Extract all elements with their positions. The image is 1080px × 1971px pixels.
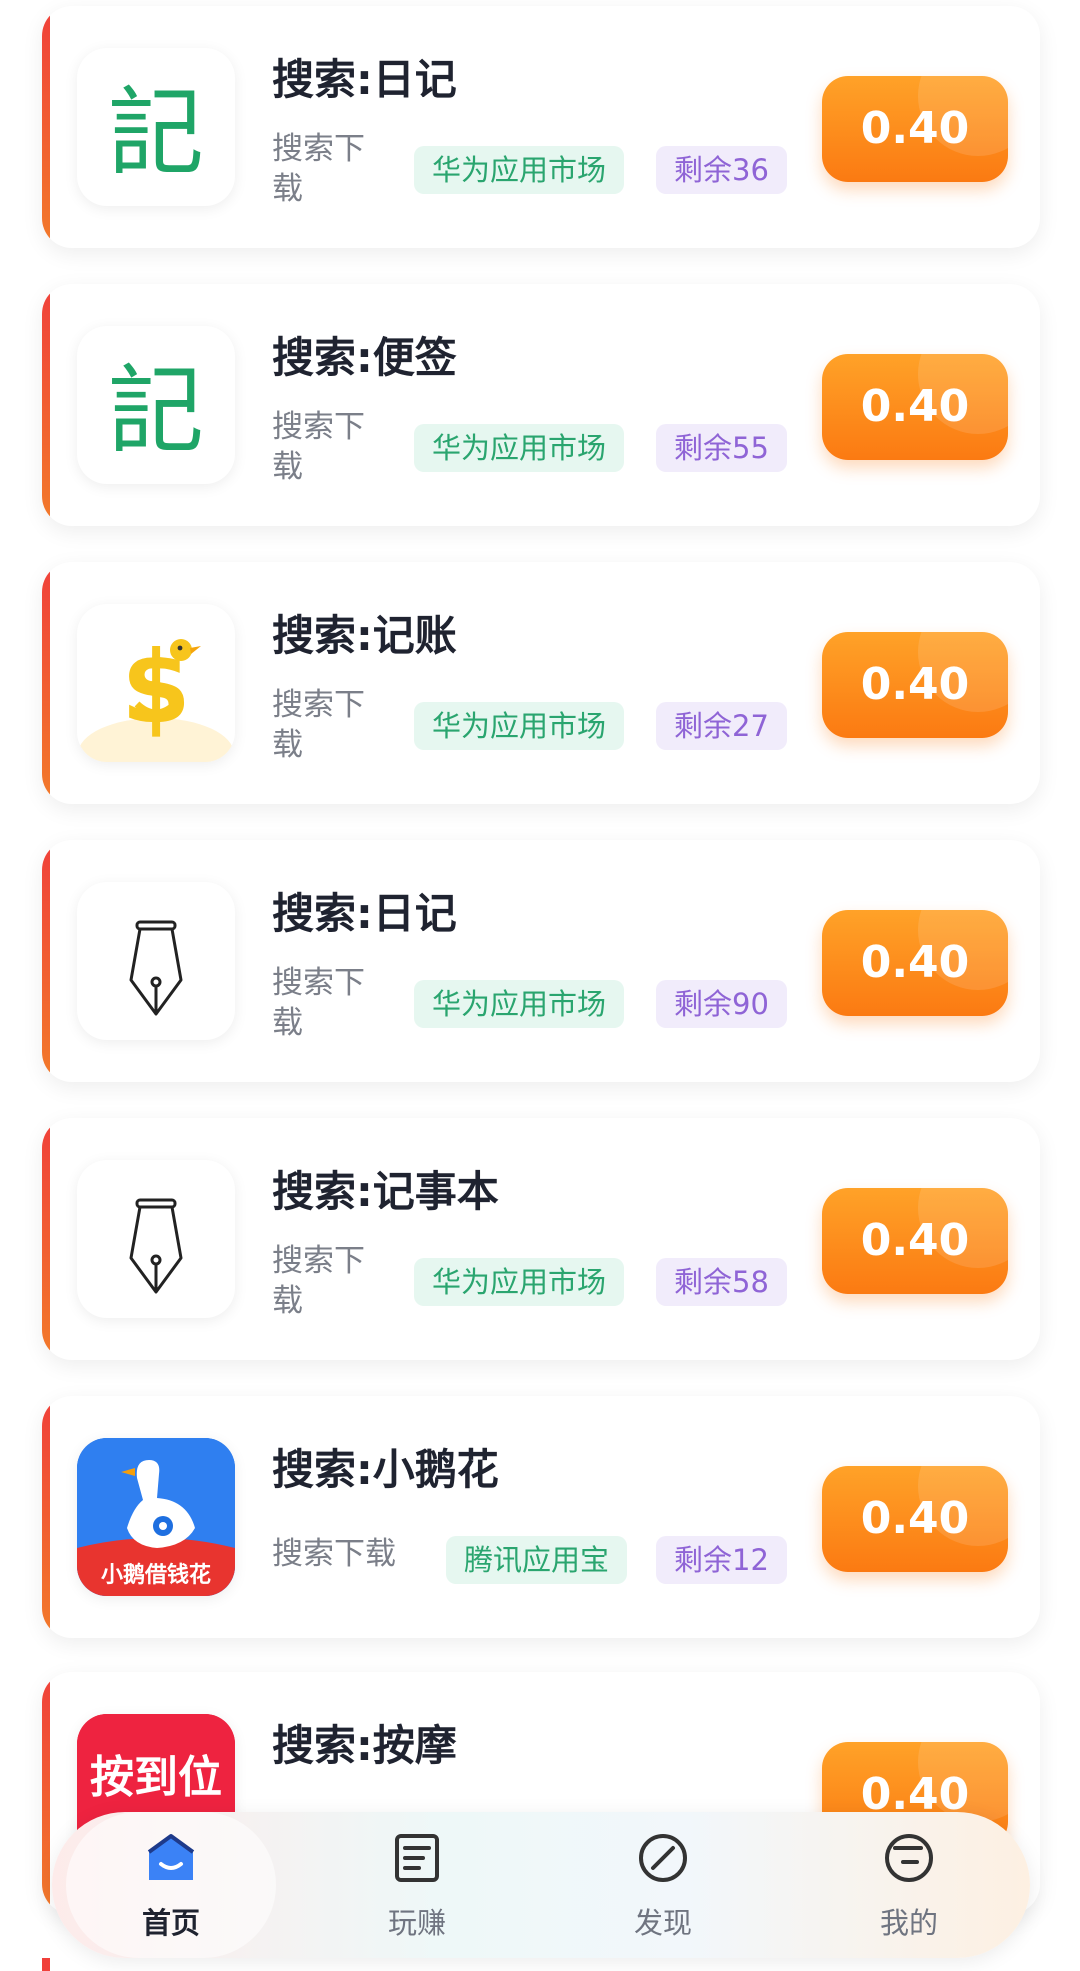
task-card[interactable]: 搜索:记事本 搜索下载 华为应用市场 剩余58 0.40 [42,1118,1040,1360]
task-action: 搜索下载 [272,1536,396,1572]
next-card-edge [42,1958,1040,1971]
remaining-tag: 剩余90 [656,980,787,1028]
card-accent-bar [42,562,50,804]
task-list-icon [395,1834,439,1882]
task-title: 搜索:记事本 [272,1167,499,1216]
reward-button[interactable]: 0.40 [822,910,1008,1016]
reward-button[interactable]: 0.40 [822,632,1008,738]
task-title: 搜索:记账 [272,611,457,660]
task-title: 搜索:日记 [272,889,457,938]
card-accent-bar [42,840,50,1082]
svg-text:記: 記 [108,77,204,189]
card-accent-bar [42,1396,50,1638]
compass-icon [639,1834,687,1882]
reward-button[interactable]: 0.40 [822,354,1008,460]
nav-label: 我的 [879,1906,938,1940]
task-card[interactable]: 小鹅借钱花 搜索:小鹅花 搜索下载 腾讯应用宝 剩余12 0.40 [42,1396,1040,1638]
task-card[interactable]: $ 搜索:记账 搜索下载 华为应用市场 剩余27 0.40 [42,562,1040,804]
task-list: 記 搜索:日记 搜索下载 华为应用市场 剩余36 0.40 記 搜索:便签 搜索… [0,0,1080,1971]
market-tag: 华为应用市场 [414,146,625,194]
nav-label: 玩赚 [387,1906,446,1940]
card-accent-bar [42,6,50,248]
ji-character-icon: 記 [77,48,235,206]
reward-button[interactable]: 0.40 [822,1188,1008,1294]
task-title: 搜索:按摩 [272,1721,457,1770]
reward-button[interactable]: 0.40 [822,76,1008,182]
nav-discover[interactable]: 发现 [558,1812,768,1958]
task-action: 搜索下载 [272,1243,365,1319]
fountain-pen-icon [77,882,235,1040]
remaining-tag: 剩余58 [656,1258,787,1306]
dollar-duck-icon: $ [77,604,235,762]
task-card[interactable]: 搜索:日记 搜索下载 华为应用市场 剩余90 0.40 [42,840,1040,1082]
remaining-tag: 剩余27 [656,702,787,750]
market-tag: 华为应用市场 [414,702,625,750]
remaining-tag: 剩余36 [656,146,787,194]
card-accent-bar [42,1672,50,1914]
nav-earn[interactable]: 玩赚 [312,1812,522,1958]
ji-character-icon: 記 [77,326,235,484]
nav-mine[interactable]: 我的 [804,1812,1014,1958]
card-accent-bar [42,1958,50,1971]
task-title: 搜索:日记 [272,55,457,104]
svg-text:小鹅借钱花: 小鹅借钱花 [101,1562,211,1588]
task-action: 搜索下载 [272,131,365,207]
card-accent-bar [42,1118,50,1360]
home-icon [147,1834,195,1880]
goose-app-icon: 小鹅借钱花 [77,1438,235,1596]
remaining-tag: 剩余12 [656,1536,787,1584]
card-accent-bar [42,284,50,526]
task-title: 搜索:便签 [272,333,457,382]
task-action: 搜索下载 [272,687,365,763]
market-tag: 华为应用市场 [414,424,625,472]
task-card[interactable]: 記 搜索:日记 搜索下载 华为应用市场 剩余36 0.40 [42,6,1040,248]
remaining-tag: 剩余55 [656,424,787,472]
task-action: 搜索下载 [272,965,365,1041]
nav-label: 首页 [141,1906,200,1940]
svg-text:記: 記 [108,355,204,467]
svg-text:按到位: 按到位 [90,1752,222,1803]
market-tag: 华为应用市场 [414,980,625,1028]
profile-icon [885,1834,933,1882]
nav-home[interactable]: 首页 [66,1812,276,1958]
nav-label: 发现 [633,1906,692,1940]
task-action: 搜索下载 [272,409,365,485]
task-card[interactable]: 記 搜索:便签 搜索下载 华为应用市场 剩余55 0.40 [42,284,1040,526]
market-tag: 华为应用市场 [414,1258,625,1306]
reward-button[interactable]: 0.40 [822,1466,1008,1572]
fountain-pen-icon [77,1160,235,1318]
bottom-navigation: 首页 玩赚 发现 我的 [52,1812,1030,1958]
market-tag: 腾讯应用宝 [446,1536,628,1584]
task-title: 搜索:小鹅花 [272,1445,499,1494]
